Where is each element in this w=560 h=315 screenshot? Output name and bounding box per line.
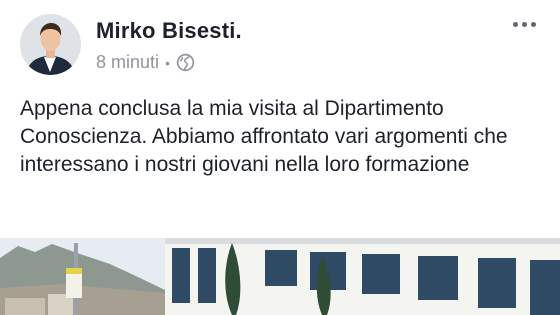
post-text: Appena conclusa la mia visita al Diparti… xyxy=(20,97,508,176)
more-options-icon[interactable] xyxy=(504,12,544,36)
meta-separator: • xyxy=(165,54,170,71)
post-photo[interactable] xyxy=(0,238,560,315)
author-name[interactable]: Mirko Bisesti. xyxy=(96,18,242,44)
post-timestamp[interactable]: 8 minuti xyxy=(96,52,159,73)
post-meta: 8 minuti • xyxy=(96,52,195,73)
avatar[interactable] xyxy=(20,14,81,75)
globe-icon[interactable] xyxy=(176,53,195,72)
post-header: Mirko Bisesti. 8 minuti • xyxy=(0,0,560,80)
